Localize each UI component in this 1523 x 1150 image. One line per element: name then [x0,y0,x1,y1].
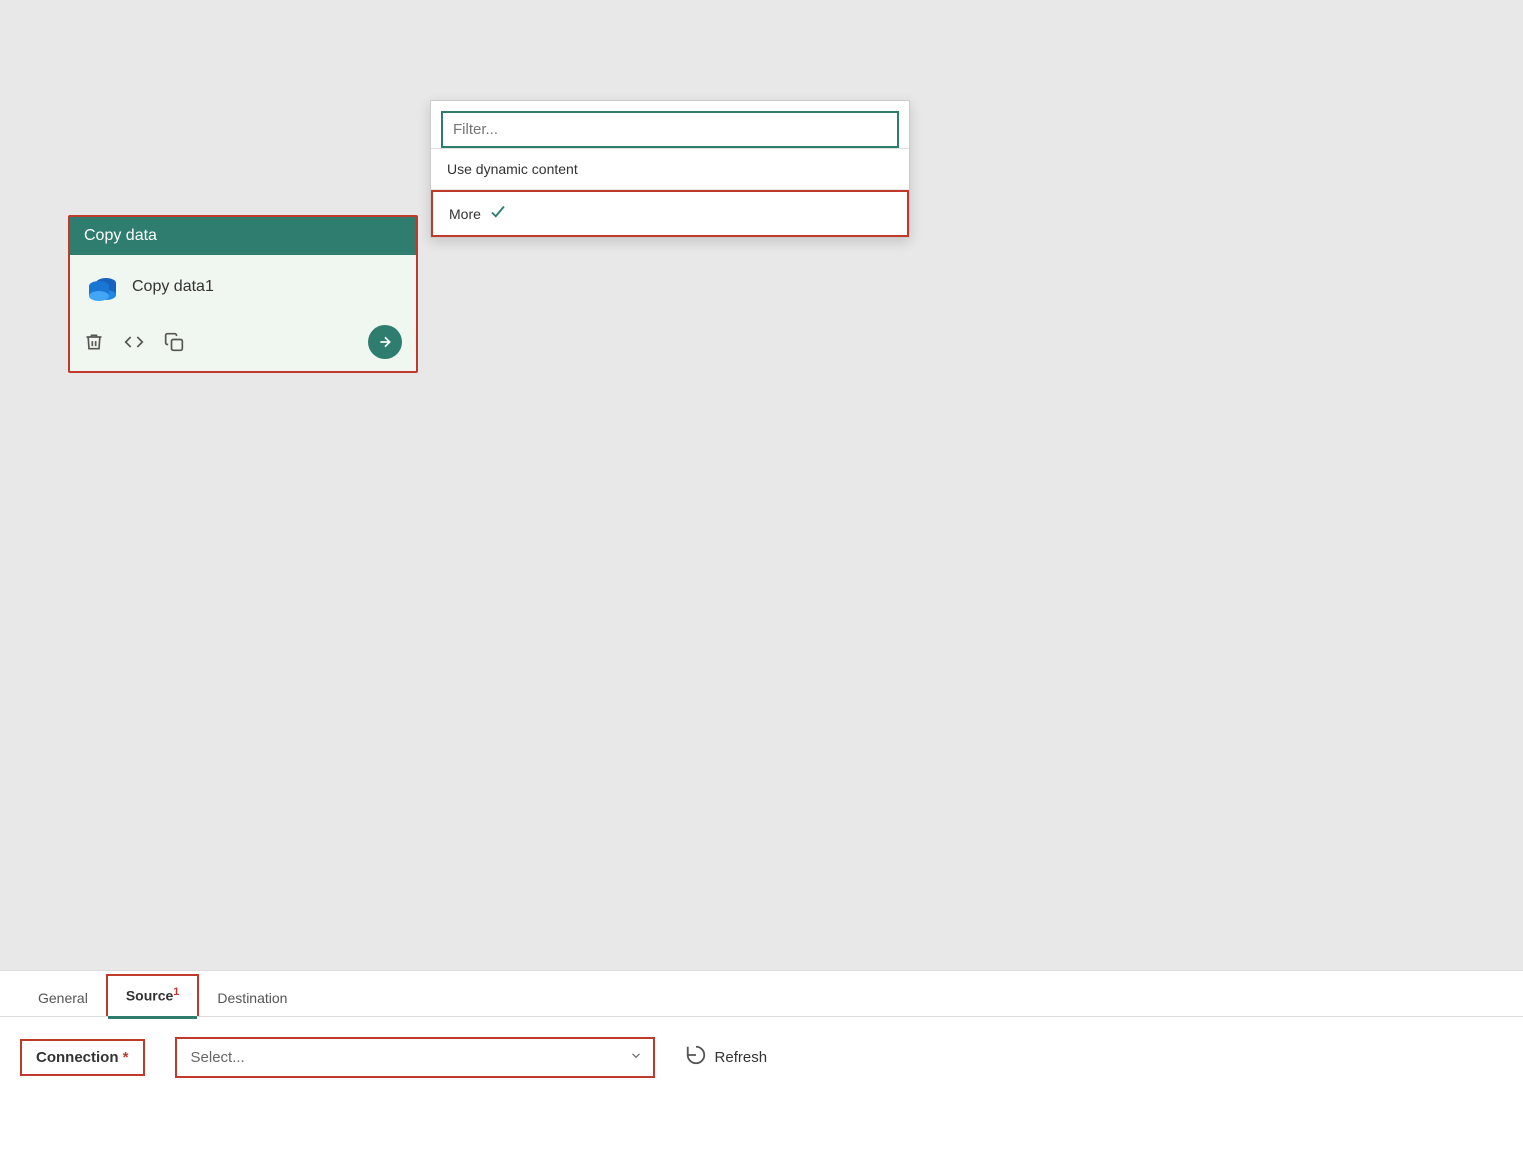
delete-icon[interactable] [84,332,104,352]
copy-data-card: Copy data Copy data1 [68,215,418,373]
dropdown-footer: Use dynamic content More [431,148,909,237]
refresh-button[interactable]: Refresh [685,1044,768,1071]
tab-destination[interactable]: Destination [199,980,305,1016]
copy-data-header: Copy data [70,217,416,255]
tab-source-badge: 1 [173,986,179,998]
more-label: More [449,206,481,222]
code-icon[interactable] [124,332,144,352]
connection-text: Connection [36,1049,119,1066]
tabs-bar: General Source1 Destination [0,971,1523,1017]
tab-content: Connection * Select... Refresh [0,1017,1523,1098]
connection-label: Connection * [20,1039,145,1076]
tab-source[interactable]: Source1 [106,974,200,1016]
connection-select-wrapper: Select... [175,1037,655,1078]
dynamic-content-row[interactable]: Use dynamic content [431,149,909,190]
dynamic-content-label: Use dynamic content [447,161,578,177]
refresh-icon [685,1044,707,1071]
copy-data-title: Copy data [84,227,157,244]
copy-data-item-name: Copy data1 [132,278,214,296]
copy-data-body: Copy data1 [70,255,416,319]
required-star: * [123,1049,129,1066]
filter-input[interactable] [441,111,899,148]
more-arrow-icon [489,202,507,225]
copy-icon[interactable] [164,332,184,352]
tab-general-label: General [38,990,88,1006]
canvas-area: Copy data Copy data1 [0,0,1523,970]
navigate-arrow-icon[interactable] [368,325,402,359]
copy-data-actions [70,319,416,371]
tab-source-label: Source [126,988,173,1004]
tab-general[interactable]: General [20,980,106,1016]
connection-select[interactable]: Select... [175,1037,655,1078]
database-icon [84,269,120,305]
refresh-label: Refresh [715,1049,768,1066]
bottom-panel: General Source1 Destination Connection *… [0,970,1523,1150]
filter-input-wrapper [431,101,909,148]
tab-destination-label: Destination [217,990,287,1006]
dropdown-panel: ▲ ▼ Use dynamic content More [430,100,910,238]
more-row[interactable]: More [431,190,909,237]
